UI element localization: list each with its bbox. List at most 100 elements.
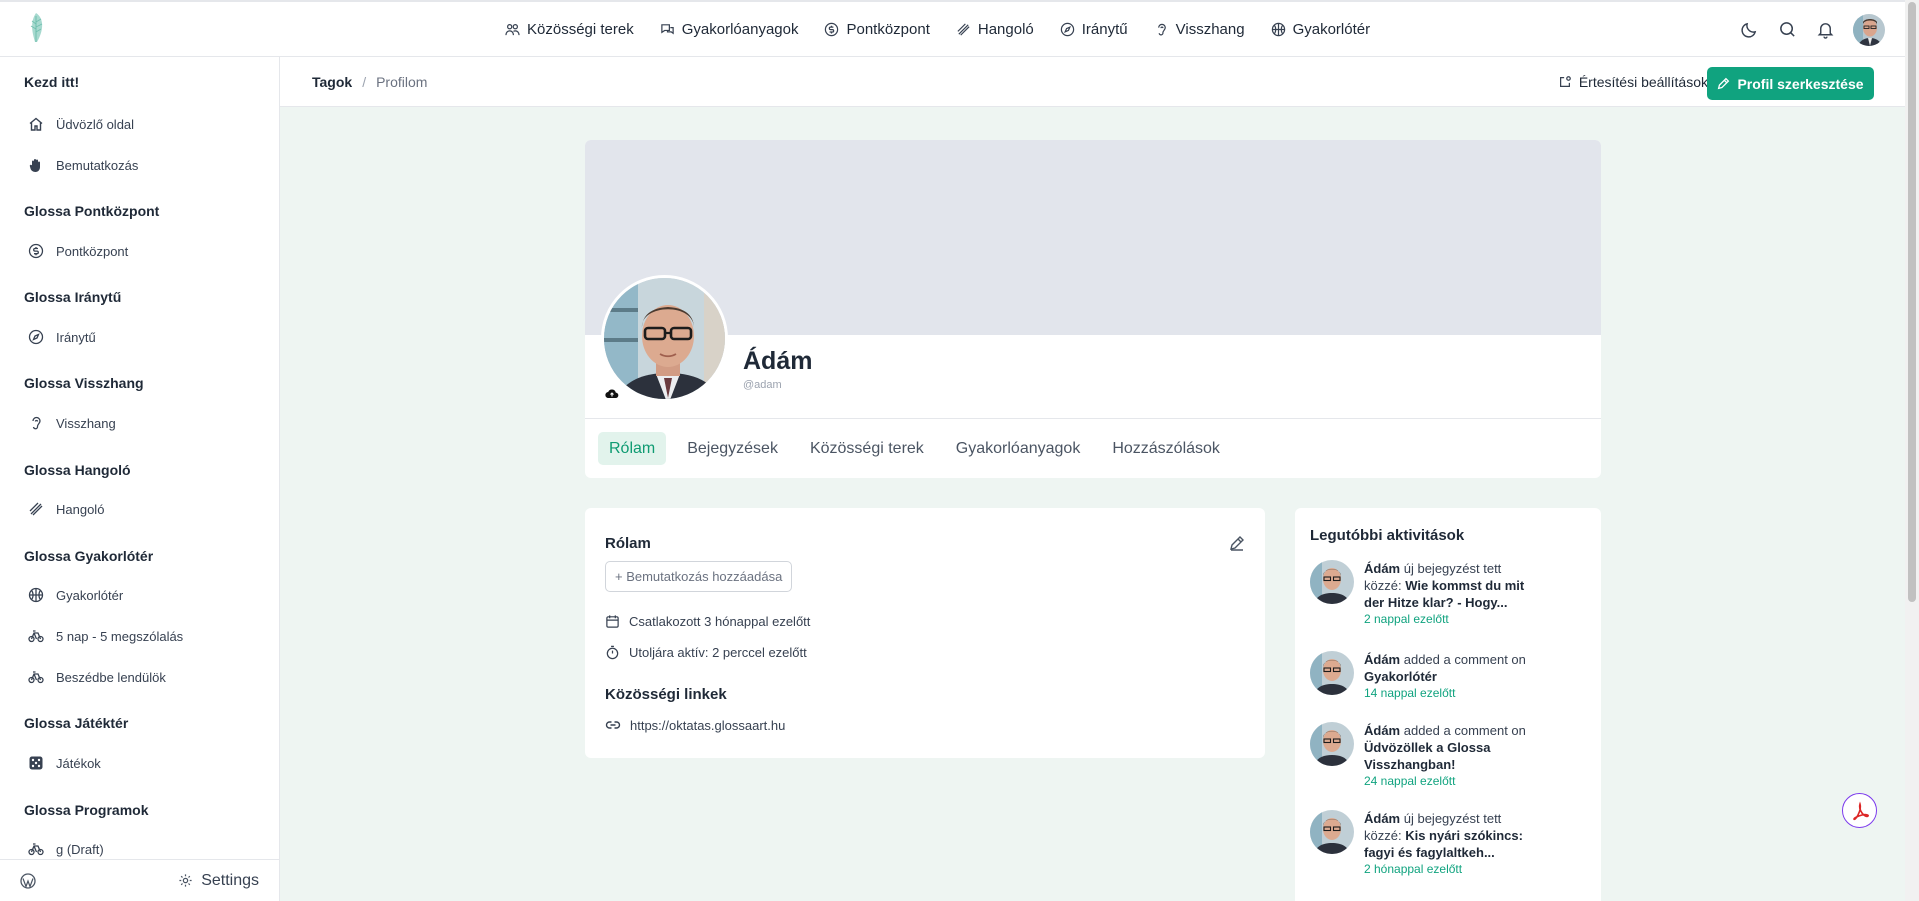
profile-cover[interactable] (585, 140, 1601, 335)
activity-text: Ádám added a comment on Üdvözöllek a Glo… (1364, 722, 1536, 790)
sidebar-item-label: Visszhang (56, 415, 116, 431)
breadcrumb-parent[interactable]: Tagok (312, 74, 352, 90)
wordpress-icon[interactable] (20, 872, 36, 889)
activity-target[interactable]: Üdvözöllek a Glossa Visszhangban! (1364, 740, 1490, 772)
tab-rolam[interactable]: Rólam (598, 432, 667, 465)
sidebar-section-title: Glossa Iránytű (24, 289, 122, 305)
dollar-circle-icon (825, 22, 839, 37)
activity-avatar[interactable] (1310, 722, 1354, 766)
sidebar-item-5-nap[interactable]: 5 nap - 5 megszólalás (0, 619, 279, 653)
nav-label: Visszhang (1175, 21, 1245, 38)
nav-pontkozpont[interactable]: Pontközpont (824, 21, 930, 38)
sidebar-item-iranytu[interactable]: Iránytű (0, 320, 279, 354)
activity-avatar[interactable] (1310, 651, 1354, 695)
divider (585, 418, 1601, 419)
tab-kozossegi-terek[interactable]: Közösségi terek (799, 432, 935, 465)
activity-target[interactable]: Gyakorlótér (1364, 669, 1437, 684)
tab-gyakorloanyagok[interactable]: Gyakorlóanyagok (945, 432, 1092, 465)
activity-text: Ádám új bejegyzést tett közzé: Kis nyári… (1364, 810, 1536, 878)
sidebar-item-hangolo[interactable]: Hangoló (0, 492, 279, 526)
sidebar-item-pontkozpont[interactable]: Pontközpont (0, 234, 279, 268)
tab-bejegyzesek[interactable]: Bejegyzések (676, 432, 789, 465)
scrollbar-thumb[interactable] (1908, 2, 1916, 602)
edit-profile-button[interactable]: Profil szerkesztése (1707, 67, 1874, 100)
social-link[interactable]: https://oktatas.glossaart.hu (605, 717, 785, 733)
bicycle-icon (28, 843, 44, 856)
activity-time: 2 hónappal ezelőtt (1364, 862, 1463, 876)
sidebar-item-label: Üdvözlő oldal (56, 116, 135, 132)
sidebar-section-title: Glossa Hangoló (24, 462, 131, 478)
sidebar-section-title: Glossa Pontközpont (24, 203, 160, 219)
link-icon (605, 721, 621, 729)
social-links-title: Közösségi linkek (605, 686, 727, 703)
sidebar-section-title: Kezd itt! (24, 74, 80, 90)
cloud-upload-icon[interactable] (605, 387, 619, 401)
edit-profile-label: Profil szerkesztése (1737, 75, 1864, 92)
home-icon (29, 117, 43, 131)
activity-avatar[interactable] (1310, 810, 1354, 854)
gear-icon (179, 874, 192, 887)
joined-row: Csatlakozott 3 hónappal ezelőtt (605, 614, 810, 629)
basketball-icon (28, 587, 44, 603)
sidebar-item-label: Gyakorlótér (56, 587, 124, 603)
activity-text: Ádám added a comment on Gyakorlótér 14 n… (1364, 651, 1536, 702)
top-actions (1739, 2, 1885, 57)
feather-logo-icon[interactable] (24, 12, 48, 44)
tab-hozzaszolasok[interactable]: Hozzászólások (1101, 432, 1231, 465)
joined-text: Csatlakozott 3 hónappal ezelőtt (629, 614, 811, 629)
activity-actor[interactable]: Ádám (1364, 652, 1400, 667)
nav-gyakorloanyagok[interactable]: Gyakorlóanyagok (660, 21, 798, 38)
pdf-icon (1852, 800, 1869, 820)
profile-avatar[interactable] (601, 275, 728, 402)
sidebar-item-label: 5 nap - 5 megszólalás (56, 628, 184, 644)
nav-label: Iránytű (1081, 21, 1128, 38)
activity-actor[interactable]: Ádám (1364, 723, 1400, 738)
activity-action: added a comment on (1400, 652, 1526, 667)
sidebar-item-bemutatkozas[interactable]: Bemutatkozás (0, 148, 279, 182)
activity-time: 14 nappal ezelőtt (1364, 686, 1456, 700)
sidebar-item-label: Játékok (56, 755, 101, 771)
nav-hangolo[interactable]: Hangoló (956, 21, 1034, 38)
add-intro-button[interactable]: + Bemutatkozás hozzáadása (605, 561, 793, 592)
sidebar-item-beszedbe[interactable]: Beszédbe lendülök (0, 660, 279, 694)
search-icon (1779, 22, 1795, 37)
activity-text: Ádám új bejegyzést tett közzé: Wie komms… (1364, 560, 1536, 628)
avatar-image (1310, 651, 1354, 695)
avatar-image (604, 278, 725, 399)
about-card: Rólam + Bemutatkozás hozzáadása Csatlako… (585, 508, 1265, 758)
calendar-icon (606, 615, 619, 628)
settings-link[interactable]: Settings (178, 872, 259, 890)
nav-gyakorloter[interactable]: Gyakorlótér (1271, 21, 1370, 38)
avatar-image (1853, 13, 1885, 46)
sidebar-section-title: Glossa Gyakorlótér (24, 548, 154, 564)
activity-actor[interactable]: Ádám (1364, 811, 1400, 826)
sidebar-item-jatekok[interactable]: Játékok (0, 746, 279, 780)
nav-label: Hangoló (977, 21, 1034, 38)
activity-time: 24 nappal ezelőtt (1364, 774, 1456, 788)
main-nav: Közösségi terek Gyakorlóanyagok Pontközp… (505, 2, 1370, 57)
user-avatar-menu[interactable] (1853, 13, 1885, 46)
page-scrollbar[interactable] (1905, 0, 1919, 901)
last-active-row: Utoljára aktív: 2 perccel ezelőtt (605, 645, 807, 660)
search-button[interactable] (1777, 20, 1797, 40)
nav-kozossegi-terek[interactable]: Közösségi terek (505, 21, 634, 38)
activity-actor[interactable]: Ádám (1364, 561, 1400, 576)
notifications-button[interactable] (1815, 20, 1835, 40)
dark-mode-toggle[interactable] (1739, 20, 1759, 40)
ear-icon (1157, 23, 1166, 36)
activity-avatar[interactable] (1310, 560, 1354, 604)
nav-visszhang[interactable]: Visszhang (1154, 21, 1245, 38)
sidebar-item-visszhang[interactable]: Visszhang (0, 406, 279, 440)
pdf-export-button[interactable] (1842, 793, 1877, 828)
sidebar-item-gyakorloter[interactable]: Gyakorlótér (0, 578, 279, 612)
ear-icon (32, 416, 41, 430)
sidebar-section-title: Glossa Játéktér (24, 715, 129, 731)
notification-settings-link[interactable]: Értesítési beállítások (1558, 57, 1708, 107)
activity-time: 2 nappal ezelőtt (1364, 612, 1449, 626)
nav-iranytu[interactable]: Iránytű (1060, 21, 1128, 38)
sidebar-item-udvozlo[interactable]: Üdvözlő oldal (0, 107, 279, 141)
sidebar-section-title: Glossa Programok (24, 802, 149, 818)
breadcrumb-current: Profilom (376, 74, 428, 90)
waving-hand-icon (29, 159, 40, 172)
pencil-icon[interactable] (1229, 535, 1245, 551)
